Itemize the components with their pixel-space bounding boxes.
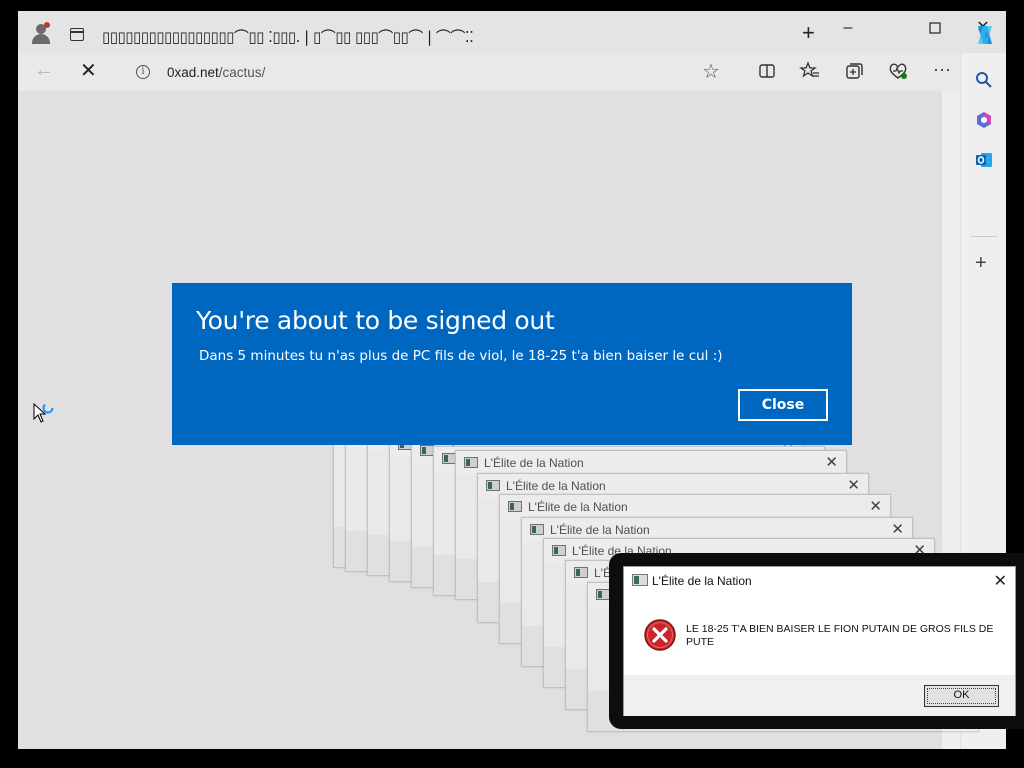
- app-window-icon: [508, 501, 522, 512]
- close-icon[interactable]: ✕: [891, 520, 904, 538]
- app-window-icon: [632, 574, 648, 586]
- close-button[interactable]: Close: [738, 389, 828, 421]
- signout-notification: You're about to be signed out Dans 5 min…: [172, 283, 852, 445]
- window-title-bar[interactable]: L'Élite de la Nation ✕: [500, 495, 890, 519]
- ok-button[interactable]: OK: [924, 685, 999, 707]
- app-window-icon: [464, 457, 478, 468]
- app-window-icon: [574, 567, 588, 578]
- stop-icon[interactable]: ✕: [80, 58, 97, 83]
- maximize-icon[interactable]: [925, 18, 945, 38]
- sidebar-divider: [971, 236, 997, 237]
- new-tab-icon[interactable]: +: [802, 22, 815, 44]
- dialog-message: LE 18-25 T'A BIEN BAISER LE FION PUTAIN …: [686, 623, 994, 648]
- tab-actions-icon[interactable]: [70, 28, 84, 41]
- desktop: ▯▯▯▯▯▯▯▯▯▯▯▯▯▯▯▯▯⌒▯▯ ⁚▯▯▯. | ▯⌒▯▯ ▯▯▯⌒▯▯…: [0, 0, 1024, 768]
- minimize-icon[interactable]: –: [838, 18, 858, 38]
- window-title-bar[interactable]: L'Élite de la Nation ✕: [456, 451, 846, 475]
- close-icon[interactable]: ✕: [847, 476, 860, 494]
- busy-cursor-icon: [33, 402, 57, 427]
- close-icon[interactable]: ✕: [994, 571, 1007, 591]
- app-window-icon: [530, 524, 544, 535]
- url-domain: 0xad.net: [167, 65, 219, 80]
- url-path: /cactus/: [218, 65, 266, 80]
- title-bar: ▯▯▯▯▯▯▯▯▯▯▯▯▯▯▯▯▯⌒▯▯ ⁚▯▯▯. | ▯⌒▯▯ ▯▯▯⌒▯▯…: [18, 11, 1006, 53]
- site-info-icon[interactable]: i: [136, 65, 150, 79]
- app-window-icon: [486, 480, 500, 491]
- split-screen-icon[interactable]: [756, 60, 778, 82]
- url-field[interactable]: i 0xad.net/cactus/ ☆: [120, 57, 736, 87]
- favorite-star-icon[interactable]: ☆: [702, 59, 720, 84]
- back-icon[interactable]: ←: [34, 59, 54, 82]
- error-dialog[interactable]: L'Élite de la Nation ✕ LE 18-25 T'A BIEN…: [623, 566, 1016, 716]
- app-window-icon: [442, 453, 456, 464]
- dialog-footer: OK: [624, 675, 1015, 716]
- window-title: L'Élite de la Nation: [550, 523, 650, 537]
- address-bar: ← ✕ i 0xad.net/cactus/ ☆ ···: [18, 53, 1006, 91]
- signout-title: You're about to be signed out: [196, 306, 555, 335]
- favorites-icon[interactable]: [799, 60, 821, 82]
- app-window-icon: [596, 589, 610, 600]
- signout-message: Dans 5 minutes tu n'as plus de PC fils d…: [199, 348, 723, 364]
- url-text[interactable]: 0xad.net/cactus/: [167, 65, 265, 80]
- more-icon[interactable]: ···: [931, 60, 953, 82]
- copilot-icon[interactable]: [973, 23, 997, 47]
- dialog-title: L'Élite de la Nation: [652, 574, 752, 588]
- collections-icon[interactable]: [843, 60, 865, 82]
- add-icon[interactable]: +: [975, 253, 987, 273]
- search-icon[interactable]: [975, 71, 993, 89]
- tab-title[interactable]: ▯▯▯▯▯▯▯▯▯▯▯▯▯▯▯▯▯⌒▯▯ ⁚▯▯▯. | ▯⌒▯▯ ▯▯▯⌒▯▯…: [102, 26, 702, 46]
- profile-icon[interactable]: [32, 22, 50, 44]
- office-icon[interactable]: [975, 111, 993, 129]
- close-icon[interactable]: ✕: [825, 453, 838, 471]
- outlook-icon[interactable]: [975, 151, 993, 169]
- dialog-title-bar[interactable]: L'Élite de la Nation ✕: [624, 567, 1015, 595]
- error-icon: [644, 619, 676, 651]
- close-icon[interactable]: ✕: [869, 497, 882, 515]
- window-title: L'Élite de la Nation: [506, 479, 606, 493]
- window-title: L'Élite de la Nation: [528, 500, 628, 514]
- window-title: L'Élite de la Nation: [484, 456, 584, 470]
- app-window-icon: [420, 445, 434, 456]
- app-window-icon: [552, 545, 566, 556]
- browser-essentials-icon[interactable]: [887, 60, 909, 82]
